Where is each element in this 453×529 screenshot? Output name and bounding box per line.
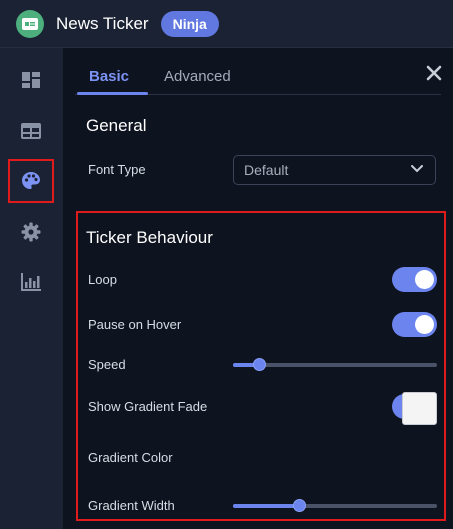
gradient-width-slider[interactable] [233,499,437,512]
active-tab-indicator [77,92,148,95]
toggle-knob [415,270,434,289]
news-ticker-logo-icon [16,9,44,38]
table-icon [21,123,41,139]
slider-thumb[interactable] [293,499,306,512]
chevron-down-icon [411,165,423,173]
loop-toggle[interactable] [392,267,437,292]
sidebar-item-dashboard[interactable] [10,60,52,100]
tab-basic[interactable]: Basic [89,68,129,85]
speed-slider[interactable] [233,358,437,371]
pause-on-hover-label: Pause on Hover [88,317,182,332]
sidebar-item-analytics[interactable] [10,262,52,302]
palette-icon [22,172,40,189]
plan-badge: Ninja [160,10,219,37]
gradient-color-label: Gradient Color [88,450,173,465]
gradient-color-swatch[interactable] [402,392,437,425]
show-gradient-fade-label: Show Gradient Fade [88,399,208,414]
sidebar [0,48,63,529]
app-title: News Ticker [56,13,149,33]
slider-thumb[interactable] [253,358,266,371]
general-section-title: General [86,116,147,135]
close-icon[interactable] [425,64,443,82]
gradient-width-label: Gradient Width [88,498,175,513]
speed-label: Speed [88,357,126,372]
font-type-label: Font Type [88,162,146,177]
tab-bar: Basic Advanced [75,48,441,95]
app-header: News Ticker Ninja [0,0,453,48]
settings-panel: Basic Advanced General Font Type Default… [63,48,453,529]
dashboard-icon [22,72,40,88]
sidebar-item-settings[interactable] [10,212,52,252]
font-type-select[interactable]: Default [233,155,436,185]
loop-label: Loop [88,272,117,287]
font-type-value: Default [244,162,289,178]
slider-fill [233,504,300,508]
gear-icon [21,222,41,242]
bar-chart-icon [21,273,41,291]
ticker-behaviour-title: Ticker Behaviour [86,228,213,247]
sidebar-item-table[interactable] [10,111,52,151]
pause-on-hover-toggle[interactable] [392,312,437,337]
tab-advanced[interactable]: Advanced [164,68,231,85]
toggle-knob [415,315,434,334]
sidebar-item-design[interactable] [8,159,54,203]
